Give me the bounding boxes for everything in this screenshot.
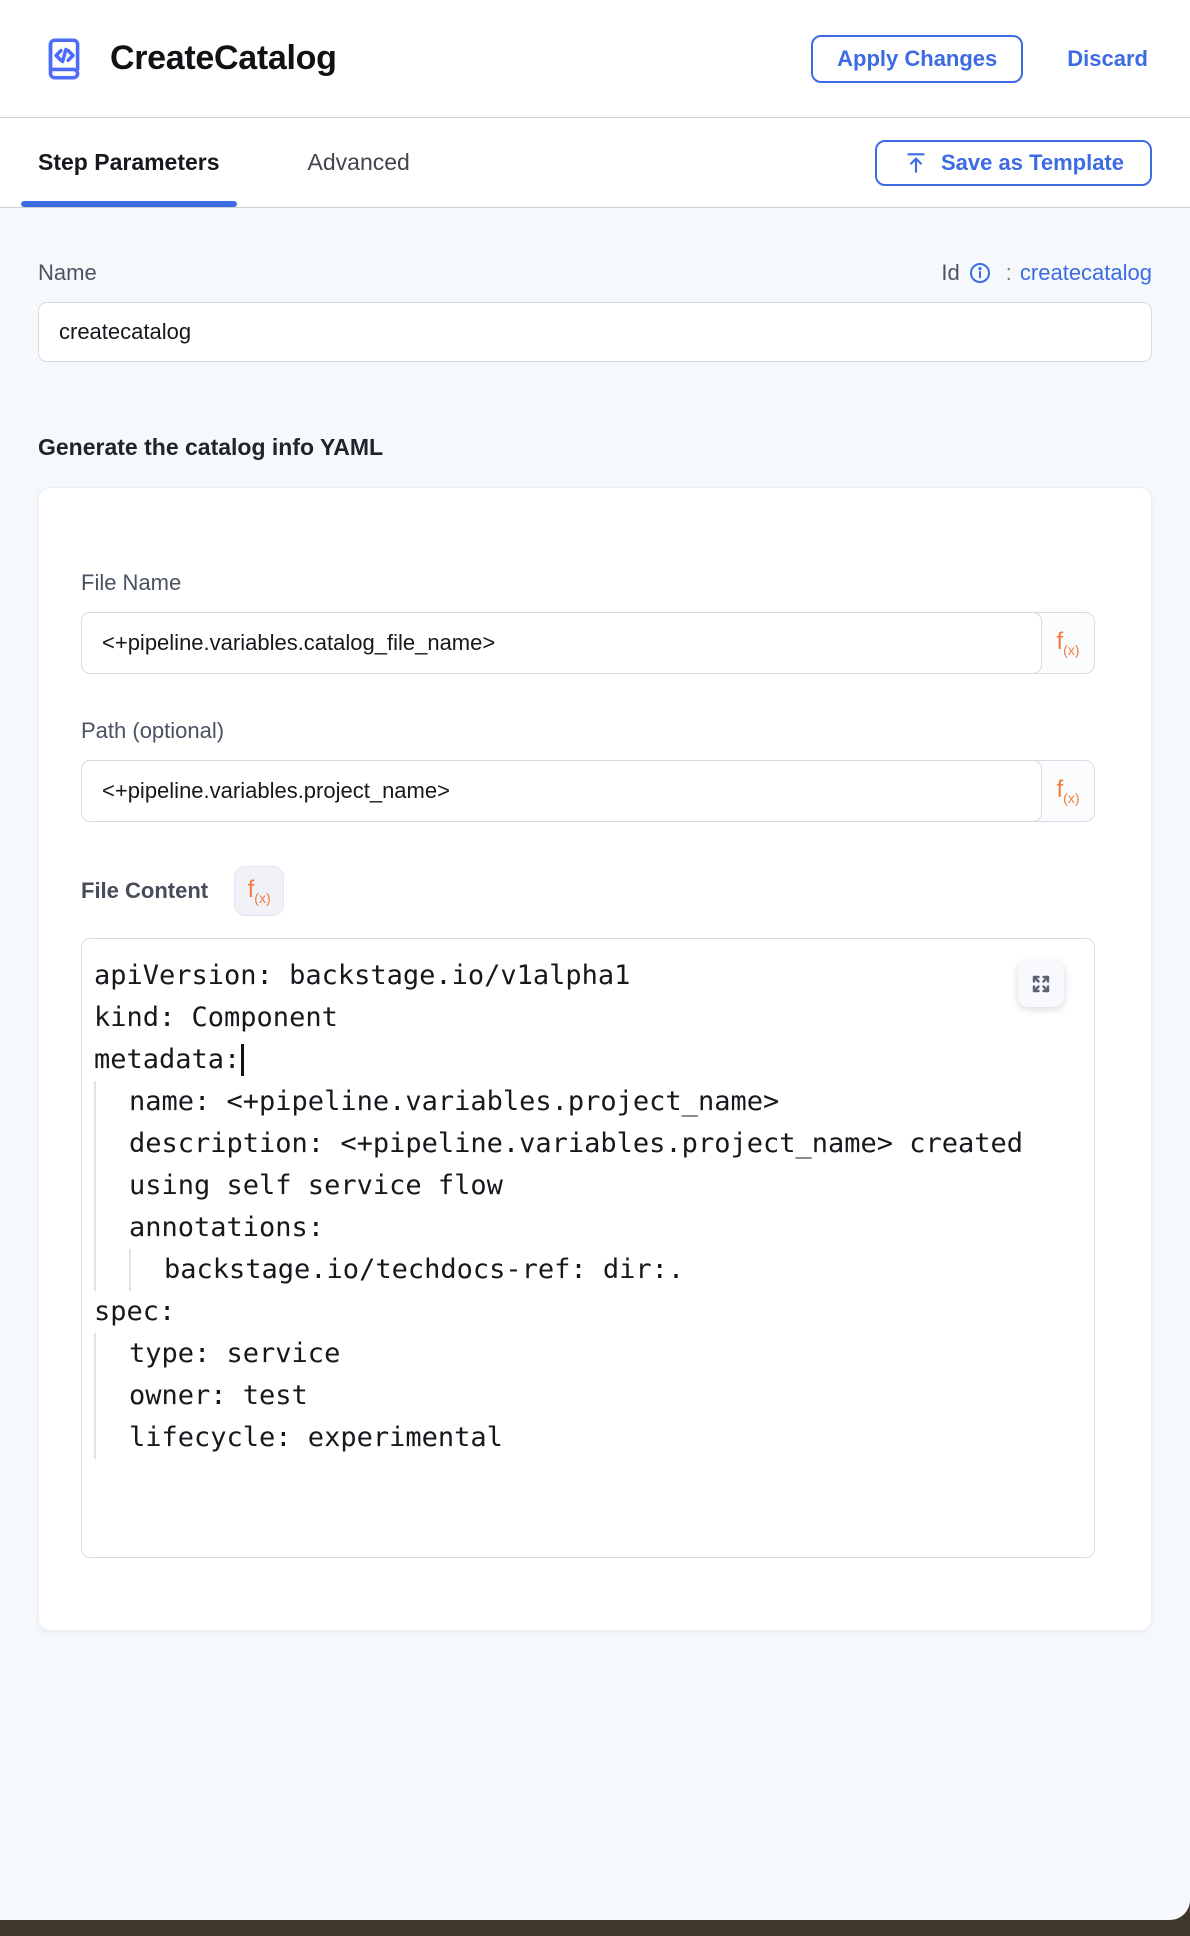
id-label: Id — [941, 260, 959, 286]
code-line: metadata: — [94, 1039, 1082, 1081]
file-name-field-block: File Name f(x) — [81, 570, 1095, 674]
id-colon: : — [1006, 260, 1012, 286]
file-name-input[interactable] — [81, 612, 1042, 674]
code-line: backstage.io/techdocs-ref: dir:. — [94, 1249, 1082, 1291]
code-text: annotations: — [129, 1207, 324, 1249]
indent-guide — [94, 1249, 129, 1291]
code-line: description: <+pipeline.variables.projec… — [94, 1123, 1082, 1165]
file-content-header: File Content f(x) — [81, 866, 1095, 916]
code-scroll-icon — [38, 34, 88, 84]
code-text: description: <+pipeline.variables.projec… — [129, 1123, 1023, 1165]
code-line: using self service flow — [94, 1165, 1082, 1207]
file-content-editor[interactable]: apiVersion: backstage.io/v1alpha1kind: C… — [81, 938, 1095, 1558]
code-line: kind: Component — [94, 997, 1082, 1039]
save-as-template-label: Save as Template — [941, 150, 1124, 176]
code-text: apiVersion: backstage.io/v1alpha1 — [94, 955, 630, 997]
path-input[interactable] — [81, 760, 1042, 822]
name-row: Name Id : createcatalog — [38, 260, 1152, 286]
panel-header: CreateCatalog Apply Changes Discard — [0, 0, 1190, 118]
info-circle-icon[interactable] — [968, 261, 992, 285]
fx-expression-icon: f(x) — [1057, 778, 1080, 805]
indent-guide — [94, 1123, 129, 1165]
file-content-fx-button[interactable]: f(x) — [234, 866, 284, 916]
indent-guide — [94, 1081, 129, 1123]
indent-guide — [94, 1417, 129, 1459]
tab-advanced[interactable]: Advanced — [308, 118, 410, 207]
indent-guide — [94, 1207, 129, 1249]
name-label: Name — [38, 260, 97, 286]
code-text: owner: test — [129, 1375, 308, 1417]
fx-expression-icon: f(x) — [1057, 630, 1080, 657]
expand-editor-button[interactable] — [1018, 961, 1064, 1007]
step-name-input[interactable] — [38, 302, 1152, 362]
code-text: kind: Component — [94, 997, 338, 1039]
discard-button[interactable]: Discard — [1067, 46, 1148, 72]
page-title: CreateCatalog — [110, 39, 811, 78]
indent-guide — [129, 1249, 164, 1291]
code-text: spec: — [94, 1291, 175, 1333]
code-text: lifecycle: experimental — [129, 1417, 503, 1459]
code-line: owner: test — [94, 1375, 1082, 1417]
file-name-field-group: f(x) — [81, 612, 1095, 674]
step-parameters-content: Name Id : createcatalog Generate the cat… — [0, 208, 1190, 1920]
step-fields-card: File Name f(x) Path (optional) f(x) — [38, 487, 1152, 1631]
fx-expression-icon: f(x) — [248, 878, 271, 905]
code-text: metadata: — [94, 1039, 240, 1081]
tab-step-parameters[interactable]: Step Parameters — [38, 118, 220, 207]
code-lines: apiVersion: backstage.io/v1alpha1kind: C… — [94, 955, 1082, 1459]
indent-guide — [94, 1165, 129, 1207]
code-text: backstage.io/techdocs-ref: dir:. — [164, 1249, 684, 1291]
code-line: lifecycle: experimental — [94, 1417, 1082, 1459]
upload-arrow-icon — [903, 150, 929, 176]
step-id-group: Id : createcatalog — [941, 260, 1152, 286]
file-content-label: File Content — [81, 878, 208, 904]
code-line: apiVersion: backstage.io/v1alpha1 — [94, 955, 1082, 997]
path-field-group: f(x) — [81, 760, 1095, 822]
indent-guide — [94, 1375, 129, 1417]
apply-changes-button[interactable]: Apply Changes — [811, 35, 1023, 83]
section-heading: Generate the catalog info YAML — [38, 434, 1152, 461]
path-fx-button[interactable]: f(x) — [1042, 761, 1094, 821]
tabs-bar: Step Parameters Advanced Save as Templat… — [0, 118, 1190, 208]
code-text: type: service — [129, 1333, 340, 1375]
file-name-fx-button[interactable]: f(x) — [1042, 613, 1094, 673]
code-line: name: <+pipeline.variables.project_name> — [94, 1081, 1082, 1123]
save-as-template-button[interactable]: Save as Template — [875, 140, 1152, 186]
expand-arrows-icon — [1029, 972, 1053, 996]
path-label: Path (optional) — [81, 718, 1095, 744]
indent-guide — [94, 1333, 129, 1375]
step-id-value[interactable]: createcatalog — [1020, 260, 1152, 286]
code-line: spec: — [94, 1291, 1082, 1333]
code-line: type: service — [94, 1333, 1082, 1375]
step-config-panel: CreateCatalog Apply Changes Discard Step… — [0, 0, 1190, 1920]
code-line: annotations: — [94, 1207, 1082, 1249]
text-cursor — [241, 1044, 244, 1076]
file-name-label: File Name — [81, 570, 1095, 596]
code-text: name: <+pipeline.variables.project_name> — [129, 1081, 779, 1123]
code-text: using self service flow — [129, 1165, 503, 1207]
path-field-block: Path (optional) f(x) — [81, 718, 1095, 822]
